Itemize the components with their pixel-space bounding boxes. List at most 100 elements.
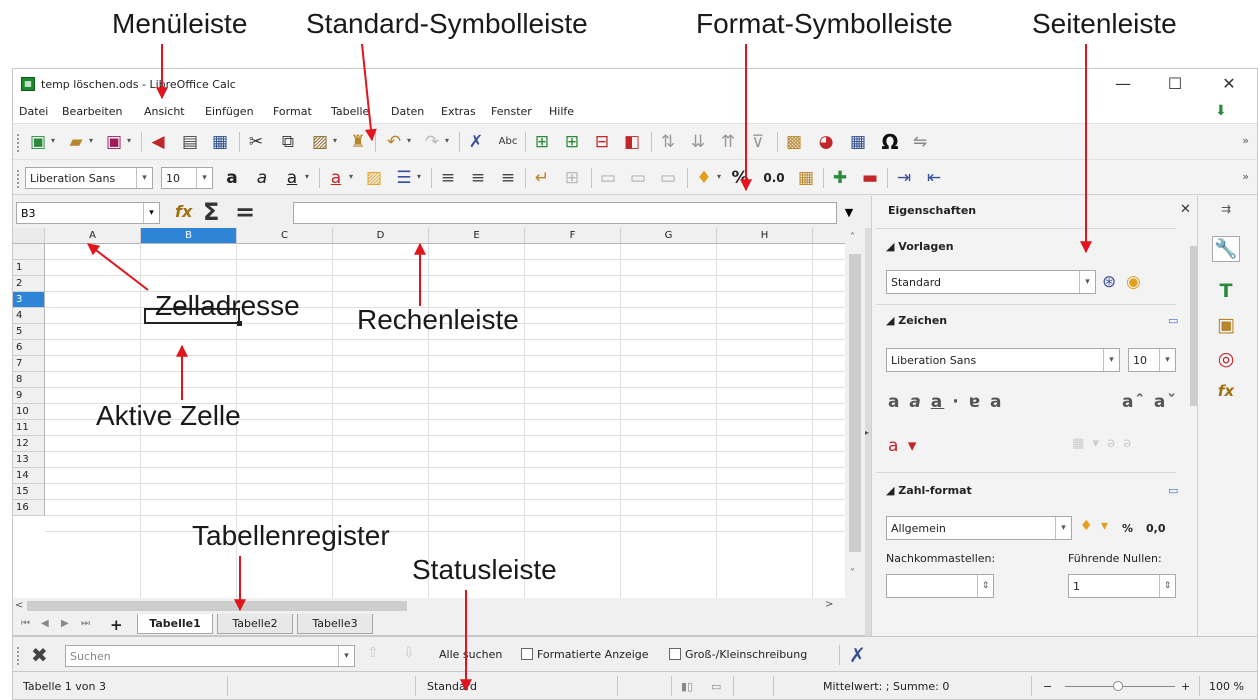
spacing-icons[interactable]: ▦ ▾ ǝ ǝ	[1072, 436, 1133, 451]
save-dropdown-icon[interactable]: ▾	[127, 136, 135, 146]
functions-icon[interactable]: fx	[1212, 382, 1240, 408]
find-replace-dialog-icon[interactable]: ✗	[849, 643, 866, 667]
align-top-icon[interactable]: ▭	[597, 168, 619, 188]
zoom-out-button[interactable]: −	[1043, 680, 1052, 693]
sort-ascending-icon[interactable]: ⇊	[687, 132, 709, 152]
fill-handle[interactable]	[237, 321, 242, 326]
row-header-4[interactable]: 4	[13, 308, 45, 324]
zoom-level[interactable]: 100 %	[1209, 680, 1244, 693]
add-decimal-icon[interactable]: ✚	[829, 168, 851, 188]
navigator-icon[interactable]: ◎	[1212, 348, 1240, 374]
undo-dropdown-icon[interactable]: ▾	[407, 136, 415, 146]
column-header-f[interactable]: F	[525, 228, 621, 244]
text-style-icons[interactable]: a a a · ɐ a	[888, 392, 1003, 412]
find-next-icon[interactable]: ⇩	[403, 645, 415, 661]
chevron-left-icon[interactable]: <	[15, 600, 23, 611]
spinner-icon[interactable]: ⇕	[1159, 575, 1175, 597]
previous-sheet-icon[interactable]: ◀	[41, 618, 49, 629]
increase-indent-icon[interactable]: ⇥	[893, 168, 915, 188]
row-header-5[interactable]: 5	[13, 324, 45, 340]
style-update-icon[interactable]: ⊛	[1102, 272, 1118, 292]
row-header-11[interactable]: 11	[13, 420, 45, 436]
column-header-h[interactable]: H	[717, 228, 813, 244]
toolbar-grip[interactable]	[17, 134, 19, 152]
chevron-down-icon[interactable]: ▾	[1055, 517, 1071, 539]
date-format-icon[interactable]: ▦	[795, 168, 817, 188]
font-size-combo[interactable]: 10 ▾	[161, 167, 213, 189]
print-icon[interactable]: ▤	[179, 132, 201, 152]
export-pdf-icon[interactable]: ◀	[147, 132, 169, 152]
spinner-icon[interactable]: ⇕	[977, 575, 993, 597]
number-format-combo[interactable]: Allgemein ▾	[886, 516, 1072, 540]
menu-daten[interactable]: Daten	[391, 105, 424, 118]
row-header-7[interactable]: 7	[13, 356, 45, 372]
paste-icon[interactable]: ▨	[309, 132, 331, 152]
row-header-1[interactable]: 1	[13, 260, 45, 276]
match-case-checkbox[interactable]	[669, 648, 681, 660]
row-header-12[interactable]: 12	[13, 436, 45, 452]
paste-dropdown-icon[interactable]: ▾	[333, 136, 341, 146]
vertical-scrollbar[interactable]: ˄ ˅	[845, 228, 865, 598]
sidebar-currency-icon[interactable]: ♦ ▾	[1080, 518, 1110, 534]
menu-extras[interactable]: Extras	[441, 105, 476, 118]
redo-dropdown-icon[interactable]: ▾	[445, 136, 453, 146]
italic-icon[interactable]: a	[251, 168, 273, 188]
insert-chart-icon[interactable]: ◕	[815, 132, 837, 152]
insert-image-icon[interactable]: ▩	[783, 132, 805, 152]
toolbar-overflow-icon[interactable]: »	[1242, 134, 1249, 147]
row-header-14[interactable]: 14	[13, 468, 45, 484]
new-document-icon[interactable]: ▣	[27, 132, 49, 152]
row-header-16[interactable]: 16	[13, 500, 45, 516]
delete-decimal-icon[interactable]: ▬	[859, 168, 881, 188]
special-character-icon[interactable]: Ω	[879, 132, 901, 152]
print-preview-icon[interactable]: ▦	[209, 132, 231, 152]
sort-descending-icon[interactable]: ⇈	[717, 132, 739, 152]
row-header-13[interactable]: 13	[13, 452, 45, 468]
close-window-button[interactable]: ✕	[1209, 73, 1249, 95]
borders-icon[interactable]: ☰	[393, 168, 415, 188]
insert-rows-icon[interactable]: ⊟	[591, 132, 613, 152]
decimals-spinner[interactable]: ⇕	[886, 574, 994, 598]
row-header-10[interactable]: 10	[13, 404, 45, 420]
align-middle-icon[interactable]: ▭	[627, 168, 649, 188]
styles-icon[interactable]: T	[1212, 280, 1240, 306]
chevron-up-icon[interactable]: ˄	[850, 232, 855, 243]
hyperlink-icon[interactable]: ⇋	[909, 132, 931, 152]
background-color-icon[interactable]: ▨	[363, 168, 385, 188]
cut-icon[interactable]: ✂	[245, 132, 267, 152]
row-icon[interactable]: ⊞	[531, 132, 553, 152]
minimize-button[interactable]: —	[1103, 73, 1143, 95]
new-dropdown-icon[interactable]: ▾	[51, 136, 59, 146]
vorlagen-panel-header[interactable]: ◢ Vorlagen	[886, 240, 954, 253]
chevron-down-icon[interactable]: ▾	[1103, 349, 1119, 371]
save-icon[interactable]: ▣	[103, 132, 125, 152]
row-header-3[interactable]: 3	[13, 292, 45, 308]
gallery-icon[interactable]: ▣	[1212, 314, 1240, 340]
sidebar-decimal-button[interactable]: 0,0	[1146, 522, 1166, 535]
underline-icon[interactable]: a	[281, 168, 303, 188]
insert-columns-icon[interactable]: ◧	[621, 132, 643, 152]
menu-tabelle[interactable]: Tabelle	[331, 105, 369, 118]
menu-bearbeiten[interactable]: Bearbeiten	[62, 105, 122, 118]
chevron-down-icon[interactable]: ˅	[850, 568, 855, 579]
row-header-6[interactable]: 6	[13, 340, 45, 356]
vertical-scroll-thumb[interactable]	[849, 254, 861, 552]
borders-dropdown-icon[interactable]: ▾	[417, 172, 425, 182]
chevron-down-icon[interactable]: ▾	[136, 168, 152, 188]
close-find-bar-icon[interactable]: ✖	[31, 643, 48, 667]
horizontal-scrollbar[interactable]: < >	[13, 598, 865, 614]
row-header-9[interactable]: 9	[13, 388, 45, 404]
maximize-button[interactable]: ☐	[1155, 73, 1195, 95]
leading-zeros-spinner[interactable]: 1 ⇕	[1068, 574, 1176, 598]
open-dropdown-icon[interactable]: ▾	[89, 136, 97, 146]
undo-icon[interactable]: ↶	[383, 132, 405, 152]
menu-format[interactable]: Format	[273, 105, 312, 118]
zahlformat-panel-header[interactable]: ◢ Zahl-format	[886, 484, 972, 497]
grow-shrink-font-icons[interactable]: aˆ aˇ	[1122, 392, 1178, 412]
formula-input[interactable]	[293, 202, 837, 224]
currency-icon[interactable]: ♦	[693, 168, 715, 188]
font-color-dropdown-icon[interactable]: ▾	[349, 172, 357, 182]
find-replace-icon[interactable]: ✗	[465, 132, 487, 152]
find-all-button[interactable]: Alle suchen	[439, 648, 502, 661]
zoom-slider-knob[interactable]	[1113, 681, 1123, 691]
